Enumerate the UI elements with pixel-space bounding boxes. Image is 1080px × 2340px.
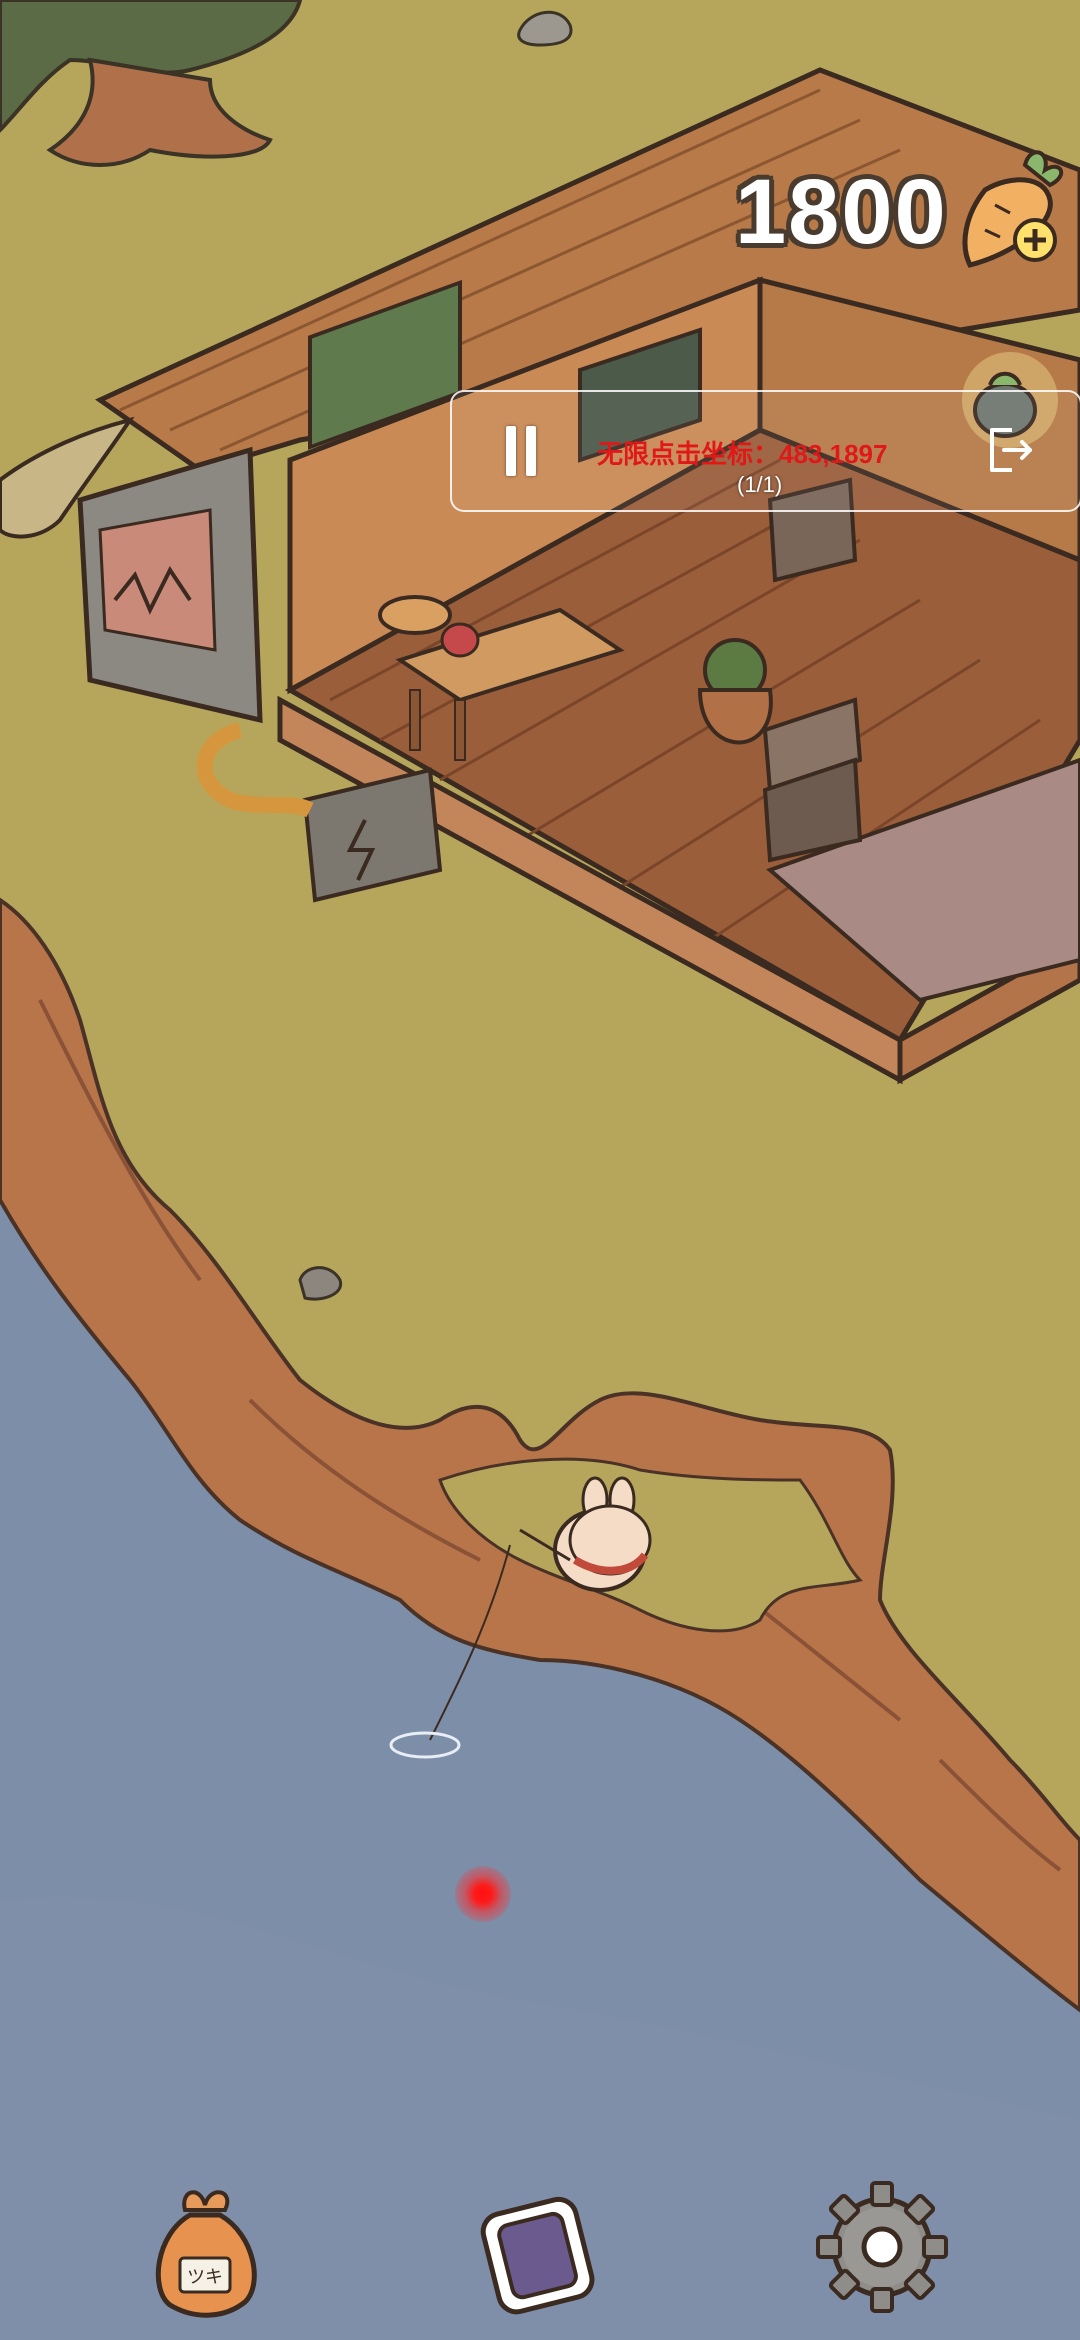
carrot-icon — [962, 150, 1064, 268]
bag-icon: ツキ — [155, 2190, 257, 2318]
game-scene[interactable] — [0, 0, 1080, 2340]
phone-button[interactable] — [470, 2180, 610, 2320]
click-progress: (1/1) — [737, 472, 783, 497]
pause-icon-bar-left — [506, 426, 516, 476]
gear-icon — [816, 2181, 948, 2313]
auto-clicker-panel: 无限点击坐标：483,1897 (1/1) — [450, 390, 1080, 512]
click-target-marker — [455, 1866, 511, 1922]
exit-button[interactable] — [982, 422, 1038, 478]
bag-tag-text: ツキ — [187, 2267, 223, 2288]
settings-button[interactable] — [815, 2180, 950, 2315]
exit-icon — [990, 428, 1032, 472]
carrot-add-button[interactable] — [950, 145, 1070, 275]
phone-icon — [480, 2196, 595, 2315]
click-coordinate-status: 无限点击坐标：483,1897 — [597, 439, 888, 469]
bag-button[interactable]: ツキ — [145, 2180, 265, 2320]
pause-icon-bar-right — [526, 426, 536, 476]
pause-button[interactable] — [492, 420, 552, 480]
carrot-count: 1800 — [735, 161, 948, 263]
